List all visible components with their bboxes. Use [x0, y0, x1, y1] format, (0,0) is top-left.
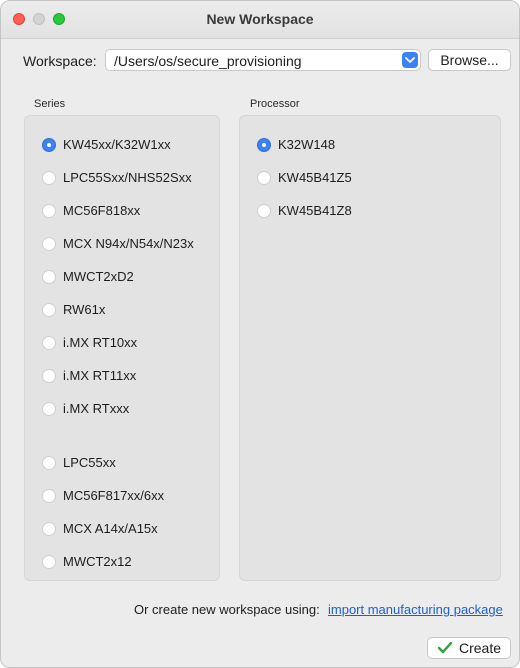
radio-button-icon[interactable] — [42, 522, 56, 536]
import-manufacturing-package-link[interactable]: import manufacturing package — [328, 602, 503, 617]
radio-button-icon[interactable] — [257, 204, 271, 218]
radio-button-icon[interactable] — [42, 237, 56, 251]
radio-button-icon[interactable] — [257, 138, 271, 152]
radio-button-icon[interactable] — [42, 555, 56, 569]
window-title: New Workspace — [206, 11, 314, 27]
checkmark-icon — [437, 641, 453, 658]
radio-button-icon[interactable] — [42, 336, 56, 350]
radio-button-icon[interactable] — [257, 171, 271, 185]
footer-text: Or create new workspace using: — [134, 602, 320, 617]
series-radio-label: RW61x — [63, 302, 106, 317]
processor-radio-label: K32W148 — [278, 137, 336, 152]
series-radio-label: MWCT2x12 — [63, 554, 132, 569]
workspace-path-value: /Users/os/secure_provisioning — [114, 53, 302, 69]
series-group-label: Series — [34, 98, 66, 110]
series-panel: KW45xx/K32W1xx LPC55Sxx/NHS52Sxx MC56F818x… — [24, 115, 220, 581]
processor-radio-label: KW45B41Z5 — [278, 170, 352, 185]
radio-button-icon[interactable] — [42, 489, 56, 503]
processor-radio-label: KW45B41Z8 — [278, 203, 352, 218]
series-radio-label: LPC55xx — [63, 455, 116, 470]
radio-button-icon[interactable] — [42, 402, 56, 416]
radio-button-icon[interactable] — [42, 171, 56, 185]
radio-button-icon[interactable] — [42, 456, 56, 470]
series-radio-label: i.MX RT11xx — [63, 368, 137, 383]
create-button-label: Create — [459, 640, 502, 656]
series-radio-label: MWCT2xD2 — [63, 269, 134, 284]
workspace-label: Workspace: — [23, 53, 97, 69]
series-radio-label: KW45xx/K32W1xx — [63, 137, 171, 152]
series-radio-label: MC56F817xx/6xx — [63, 488, 165, 503]
workspace-path-combobox[interactable]: /Users/os/secure_provisioning — [105, 49, 421, 71]
series-radio-label: LPC55Sxx/NHS52Sxx — [63, 170, 192, 185]
processor-panel: K32W148 KW45B41Z5 KW45B41Z8 — [239, 115, 501, 581]
series-radio-label: i.MX RT10xx — [63, 335, 138, 350]
radio-button-icon[interactable] — [42, 270, 56, 284]
radio-button-icon[interactable] — [42, 369, 56, 383]
new-workspace-window: New Workspace Workspace: /Users/os/secur… — [0, 0, 520, 668]
radio-button-icon[interactable] — [42, 303, 56, 317]
processor-group-label: Processor — [250, 98, 300, 110]
chevron-down-icon[interactable] — [402, 52, 418, 68]
browse-button[interactable]: Browse... — [428, 49, 511, 71]
series-radio-label: i.MX RTxxx — [63, 401, 130, 416]
series-radio-label: MCX A14x/A15x — [63, 521, 158, 536]
radio-button-icon[interactable] — [42, 204, 56, 218]
radio-button-icon[interactable] — [42, 138, 56, 152]
series-radio-label: MC56F818xx — [63, 203, 141, 218]
title-bar[interactable]: New Workspace — [1, 1, 519, 39]
create-button[interactable]: Create — [427, 637, 511, 659]
series-radio-label: MCX N94x/N54x/N23x — [63, 236, 194, 251]
